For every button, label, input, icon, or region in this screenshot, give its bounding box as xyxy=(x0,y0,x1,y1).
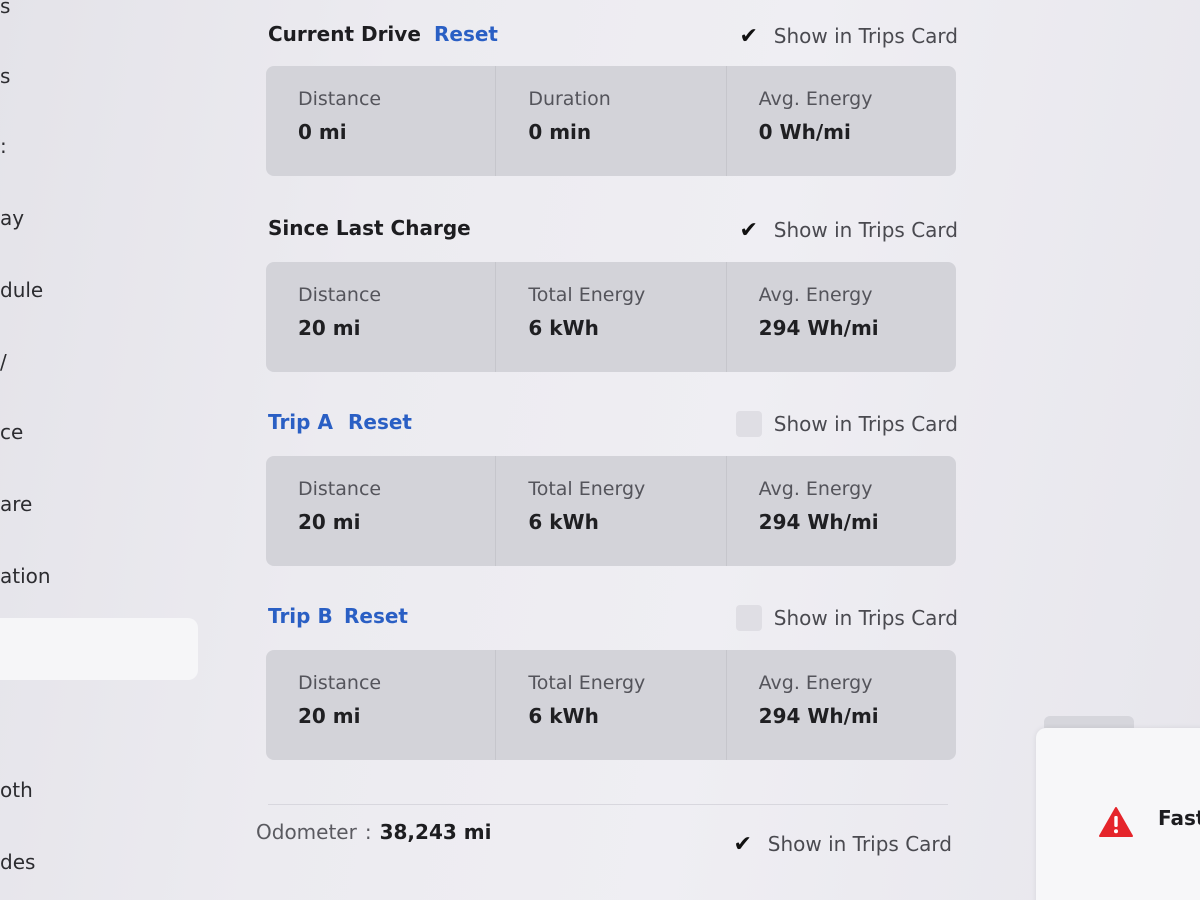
stat-duration: Duration 0 min xyxy=(495,66,725,176)
show-in-trips-card-label: Show in Trips Card xyxy=(773,218,958,242)
stat-label: Duration xyxy=(528,88,611,110)
stat-value: 20 mi xyxy=(298,704,361,728)
trip-b-stats-card: Distance 20 mi Total Energy 6 kWh Avg. E… xyxy=(266,650,956,760)
since-last-charge-header: Since Last Charge ✔ Show in Trips Card xyxy=(268,212,958,248)
stat-value: 0 mi xyxy=(298,120,347,144)
stat-label: Total Energy xyxy=(528,284,646,306)
sidebar-item-3[interactable]: : xyxy=(0,134,7,158)
sidebar-item-4[interactable]: ay xyxy=(0,206,24,230)
stat-value: 6 kWh xyxy=(528,704,599,728)
stat-avg-energy: Avg. Energy 294 Wh/mi xyxy=(725,262,956,372)
stat-value: 294 Wh/mi xyxy=(758,704,879,728)
stat-label: Avg. Energy xyxy=(758,88,873,110)
stat-value: 0 Wh/mi xyxy=(758,120,851,144)
stat-value: 20 mi xyxy=(298,316,361,340)
stat-label: Avg. Energy xyxy=(758,284,873,306)
sidebar-item-8[interactable]: are xyxy=(0,492,32,516)
sidebar-item-10[interactable]: oth xyxy=(0,778,33,802)
show-in-trips-card-label: Show in Trips Card xyxy=(773,24,958,48)
popup-text: Fast xyxy=(1158,806,1200,830)
popup-tab xyxy=(1044,716,1134,728)
stat-label: Avg. Energy xyxy=(758,478,873,500)
warning-triangle-icon xyxy=(1099,807,1133,837)
stat-total-energy: Total Energy 6 kWh xyxy=(495,456,725,566)
show-in-trips-card-label: Show in Trips Card xyxy=(773,606,958,630)
current-drive-reset-link[interactable]: Reset xyxy=(434,22,498,46)
trip-b-reset-link[interactable]: Reset xyxy=(344,604,408,628)
stat-avg-energy: Avg. Energy 294 Wh/mi xyxy=(725,456,956,566)
stat-value: 6 kWh xyxy=(528,316,599,340)
sidebar-item-5[interactable]: dule xyxy=(0,278,43,302)
stat-value: 294 Wh/mi xyxy=(758,316,879,340)
since-last-charge-title: Since Last Charge xyxy=(268,216,471,240)
sidebar-item-6[interactable]: / xyxy=(0,350,7,374)
odometer-show-toggle[interactable]: ✔ Show in Trips Card xyxy=(730,830,952,858)
trip-a-title: Trip A xyxy=(268,410,333,434)
stat-value: 20 mi xyxy=(298,510,361,534)
checkmark-icon[interactable]: ✔ xyxy=(730,831,756,857)
current-drive-show-toggle[interactable]: ✔ Show in Trips Card xyxy=(736,22,958,50)
stat-total-energy: Total Energy 6 kWh xyxy=(495,650,725,760)
divider xyxy=(268,804,948,805)
current-drive-header: Current Drive Reset ✔ Show in Trips Card xyxy=(268,18,958,54)
stat-label: Total Energy xyxy=(528,478,646,500)
sidebar: s s : ay dule / ce are ation oth des xyxy=(0,0,200,900)
stat-distance: Distance 20 mi xyxy=(266,456,495,566)
since-last-charge-stats-card: Distance 20 mi Total Energy 6 kWh Avg. E… xyxy=(266,262,956,372)
current-drive-title: Current Drive xyxy=(268,22,421,46)
current-drive-stats-card: Distance 0 mi Duration 0 min Avg. Energy… xyxy=(266,66,956,176)
stat-label: Distance xyxy=(298,88,382,110)
checkbox-unchecked[interactable] xyxy=(735,605,762,631)
odometer-toggle-row: ✔ Show in Trips Card xyxy=(262,826,952,862)
stat-distance: Distance 20 mi xyxy=(266,262,495,372)
stat-label: Distance xyxy=(298,672,382,694)
sidebar-item-1[interactable]: s xyxy=(0,0,10,18)
stat-label: Distance xyxy=(298,284,382,306)
stat-avg-energy: Avg. Energy 294 Wh/mi xyxy=(725,650,956,760)
sidebar-selected-item[interactable] xyxy=(0,618,198,680)
sidebar-item-11[interactable]: des xyxy=(0,850,35,874)
since-last-charge-show-toggle[interactable]: ✔ Show in Trips Card xyxy=(736,216,958,244)
stat-label: Total Energy xyxy=(528,672,646,694)
stat-total-energy: Total Energy 6 kWh xyxy=(495,262,725,372)
sidebar-item-7[interactable]: ce xyxy=(0,420,23,444)
trips-settings-screen: s s : ay dule / ce are ation oth des Cur… xyxy=(0,0,1200,900)
trip-b-show-toggle[interactable]: Show in Trips Card xyxy=(735,604,958,632)
trip-b-title: Trip B xyxy=(268,604,333,628)
show-in-trips-card-label: Show in Trips Card xyxy=(773,412,958,436)
checkmark-icon[interactable]: ✔ xyxy=(736,217,762,243)
stat-avg-energy: Avg. Energy 0 Wh/mi xyxy=(725,66,956,176)
checkbox-unchecked[interactable] xyxy=(735,411,762,437)
stat-value: 294 Wh/mi xyxy=(758,510,879,534)
checkmark-icon[interactable]: ✔ xyxy=(736,23,762,49)
alert-popup[interactable]: Fast xyxy=(1036,728,1200,900)
stat-label: Avg. Energy xyxy=(758,672,873,694)
stat-distance: Distance 20 mi xyxy=(266,650,495,760)
stat-distance: Distance 0 mi xyxy=(266,66,495,176)
trip-a-show-toggle[interactable]: Show in Trips Card xyxy=(735,410,958,438)
sidebar-item-9[interactable]: ation xyxy=(0,564,51,588)
trip-b-header: Trip B Reset Show in Trips Card xyxy=(268,600,958,636)
stat-value: 0 min xyxy=(528,120,592,144)
trip-a-header: Trip A Reset Show in Trips Card xyxy=(268,406,958,442)
trip-a-stats-card: Distance 20 mi Total Energy 6 kWh Avg. E… xyxy=(266,456,956,566)
show-in-trips-card-label: Show in Trips Card xyxy=(767,832,952,856)
trip-a-reset-link[interactable]: Reset xyxy=(348,410,412,434)
stat-label: Distance xyxy=(298,478,382,500)
sidebar-item-2[interactable]: s xyxy=(0,64,10,88)
stat-value: 6 kWh xyxy=(528,510,599,534)
